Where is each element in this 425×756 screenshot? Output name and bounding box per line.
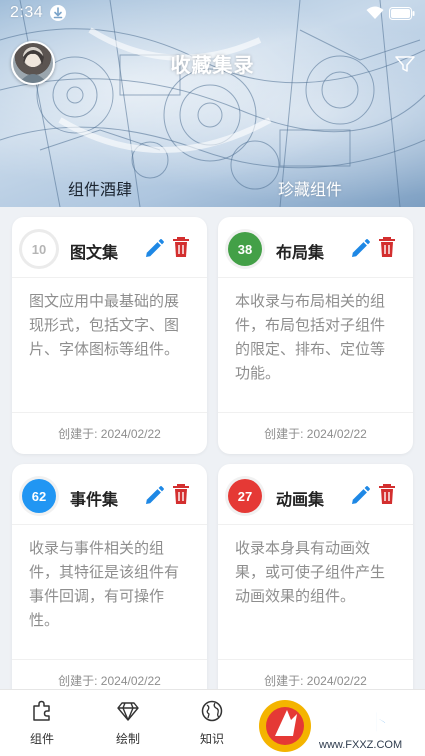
nav-label: 组件 [29,732,54,746]
nav-label: 绘制 [115,732,140,746]
card-description: 图文应用中最基础的展现形式，包括文字、图片、字体图标等组件。 [29,292,180,358]
nav-item-components[interactable]: 组件 [12,690,72,756]
download-icon [50,5,66,21]
card-description: 本收录与布局相关的组件，布局包括对子组件的限定、排布、定位等功能。 [235,292,386,382]
divider [12,412,207,413]
card-header: 10 图文集 [12,217,207,277]
card-title: 布局集 [276,243,325,262]
nav-item-draw[interactable]: 绘制 [98,690,158,756]
wifi-icon [366,6,384,19]
edit-icon[interactable] [143,238,165,264]
card-title: 事件集 [70,490,119,509]
collection-card[interactable]: 27 动画集 收录本身具有动画效果，或可使子组件产生动画效果的组件。 创建于: … [218,464,413,704]
delete-icon[interactable] [377,236,397,262]
puzzle-icon [33,700,50,721]
delete-icon[interactable] [171,483,191,509]
edit-icon[interactable] [349,485,371,511]
count-badge: 62 [22,479,56,513]
collection-card[interactable]: 38 布局集 本收录与布局相关的组件，布局包括对子组件的限定、排布、定位等功能。… [218,217,413,454]
divider [12,524,207,525]
collection-card[interactable]: 62 事件集 收录与事件相关的组件，其特征是该组件有事件回调，有可操作性。 创建… [12,464,207,704]
delete-icon[interactable] [377,483,397,509]
filter-icon[interactable] [395,55,415,77]
divider [218,659,413,660]
tab-collected-components[interactable]: 珍藏组件 [278,176,342,200]
count-badge: 10 [22,232,56,266]
watermark-logo: 飞翔下载 www.FXXZ.COM [257,692,425,756]
count-badge: 27 [228,479,262,513]
battery-icon [389,6,415,20]
edit-icon[interactable] [143,485,165,511]
card-created-date: 创建于: 2024/02/22 [264,674,367,688]
card-description: 收录本身具有动画效果，或可使子组件产生动画效果的组件。 [235,539,386,605]
card-created-date: 创建于: 2024/02/22 [58,427,161,441]
globe-icon [201,700,223,722]
collection-card[interactable]: 10 图文集 图文应用中最基础的展现形式，包括文字、图片、字体图标等组件。 创建… [12,217,207,454]
divider [12,659,207,660]
status-bar: 2:34 [0,0,425,28]
watermark-title: 飞翔下载 [317,708,413,736]
card-created-date: 创建于: 2024/02/22 [264,427,367,441]
tab-component-tavern[interactable]: 组件酒肆 [68,176,132,200]
divider [218,524,413,525]
watermark-url: www.FXXZ.COM [318,739,402,751]
count-badge: 38 [228,232,262,266]
card-description: 收录与事件相关的组件，其特征是该组件有事件回调，有可操作性。 [29,539,180,629]
blueprint-background [0,0,425,207]
nav-label: 知识 [199,732,224,746]
card-created-date: 创建于: 2024/02/22 [58,674,161,688]
card-title: 图文集 [70,243,119,262]
delete-icon[interactable] [171,236,191,262]
card-header: 27 动画集 [218,464,413,524]
diamond-icon [117,702,139,721]
header-banner: 2:34 收藏集录 组件酒肆 珍藏组件 [0,0,425,207]
divider [218,277,413,278]
nav-item-knowledge[interactable]: 知识 [182,690,242,756]
card-title: 动画集 [276,490,325,509]
divider [12,277,207,278]
divider [218,412,413,413]
card-header: 62 事件集 [12,464,207,524]
status-time: 2:34 [10,4,44,21]
page-title: 收藏集录 [170,53,255,77]
card-header: 38 布局集 [218,217,413,277]
edit-icon[interactable] [349,238,371,264]
